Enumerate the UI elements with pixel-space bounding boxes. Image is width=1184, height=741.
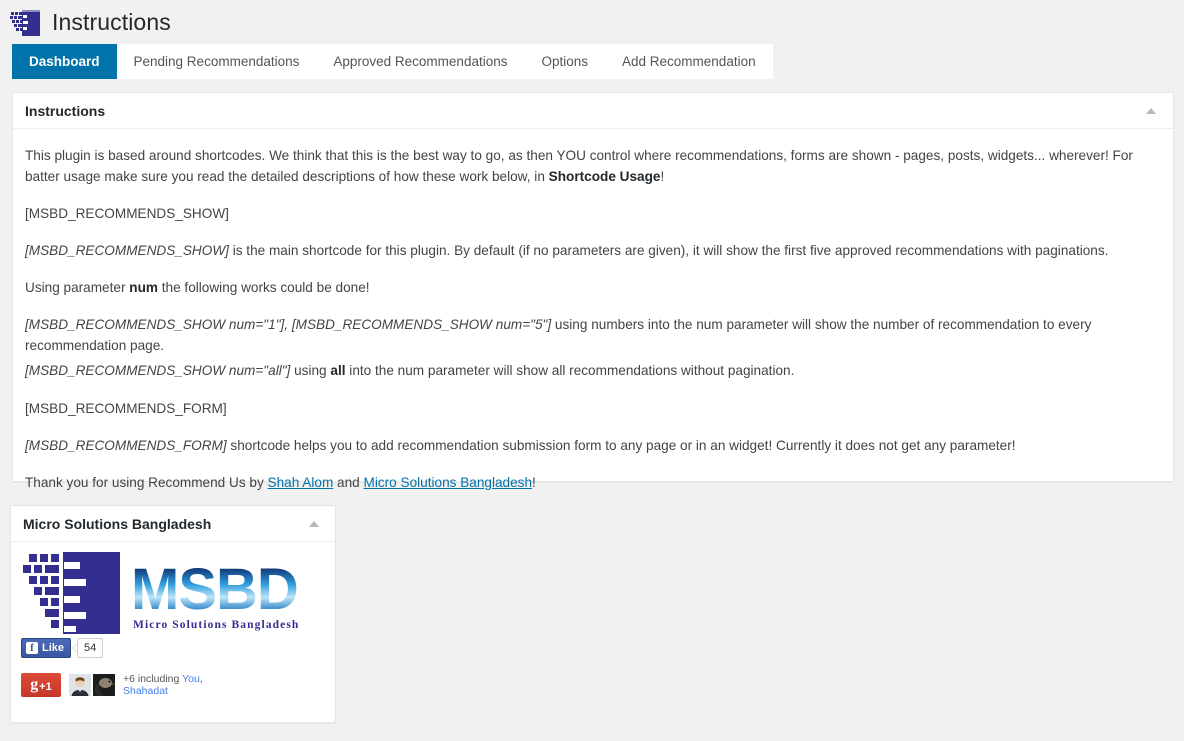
num-all-example-text-a: using	[290, 363, 331, 379]
page-title: Instructions	[52, 9, 171, 36]
credits-paragraph: Thank you for using Recommend Us by Shah…	[25, 472, 1161, 493]
tab-approved-recommendations[interactable]: Approved Recommendations	[316, 44, 525, 79]
google-g-icon: g	[30, 676, 39, 693]
facebook-like-row: f Like 54	[21, 638, 325, 658]
shortcode-show-description: [MSBD_RECOMMENDS_SHOW] is the main short…	[25, 240, 1161, 261]
num-parameter-text-a: Using parameter	[25, 280, 130, 296]
facebook-like-label: Like	[42, 641, 65, 654]
tab-add-recommendation[interactable]: Add Recommendation	[605, 44, 773, 79]
num-all-example-paragraph: [MSBD_RECOMMENDS_SHOW num="all"] using a…	[25, 360, 1161, 381]
tab-options[interactable]: Options	[524, 44, 606, 79]
nav-tab-bar: Dashboard Pending Recommendations Approv…	[12, 44, 773, 79]
shortcode-show-label: [MSBD_RECOMMENDS_SHOW]	[25, 206, 229, 222]
google-plus-avatars	[69, 674, 115, 696]
msbd-panel-body: MSBD Micro Solutions Bangladesh f Like 5…	[11, 542, 335, 708]
credits-text-mid: and	[333, 474, 364, 490]
tab-dashboard[interactable]: Dashboard	[12, 44, 117, 79]
google-plus-row: g +1 +6 including You, Shahadat	[21, 672, 325, 698]
msbd-tagline: Micro Solutions Bangladesh	[133, 619, 299, 631]
num-all-example-code: [MSBD_RECOMMENDS_SHOW num="all"]	[25, 363, 291, 379]
shah-alom-link[interactable]: Shah Alom	[268, 475, 334, 490]
num-number-example-paragraph: [MSBD_RECOMMENDS_SHOW num="1"], [MSBD_RE…	[25, 314, 1161, 356]
avatar	[93, 674, 115, 696]
callout-caret-icon	[72, 643, 78, 653]
facebook-like-button[interactable]: f Like	[21, 638, 72, 658]
msbd-panel-title: Micro Solutions Bangladesh	[23, 515, 212, 532]
num-all-example-text-b: into the num parameter will show all rec…	[345, 363, 795, 379]
intro-paragraph: This plugin is based around shortcodes. …	[25, 145, 1161, 187]
google-plus-count-text: +6 including	[123, 673, 183, 685]
msbd-panel: Micro Solutions Bangladesh MSBD Micro So…	[10, 505, 336, 723]
intro-text-b: !	[660, 169, 665, 185]
msbd-wordmark: MSBD	[131, 557, 298, 622]
google-plus-shahadat-link[interactable]: Shahadat	[123, 685, 168, 697]
triangle-up-icon[interactable]	[1141, 101, 1161, 121]
shortcode-form-label: [MSBD_RECOMMENDS_FORM]	[25, 400, 227, 416]
google-plus-you-link[interactable]: You	[182, 673, 200, 685]
num-parameter-paragraph: Using parameter num the following works …	[25, 277, 1161, 298]
facebook-like-count-wrapper: 54	[72, 638, 104, 658]
num-all-emphasis: all	[330, 363, 346, 379]
shortcode-form-description: [MSBD_RECOMMENDS_FORM] shortcode helps y…	[25, 435, 1161, 456]
credits-text-b: !	[532, 474, 536, 490]
shortcode-show-description-text: is the main shortcode for this plugin. B…	[228, 243, 1109, 259]
google-plus-social-text: +6 including You, Shahadat	[123, 673, 223, 697]
shortcode-form-inline: [MSBD_RECOMMENDS_FORM]	[25, 437, 227, 453]
instructions-panel-title: Instructions	[25, 102, 106, 119]
admin-page: Instructions Dashboard Pending Recommend…	[0, 0, 1184, 741]
credits-text-a: Thank you for using Recommend Us by	[25, 474, 268, 490]
instructions-panel-header: Instructions	[13, 93, 1173, 129]
facebook-f-icon: f	[26, 642, 38, 654]
shortcode-usage-emphasis: Shortcode Usage	[548, 169, 661, 185]
num-parameter-text-b: the following works could be done!	[157, 280, 370, 296]
triangle-up-icon[interactable]	[304, 514, 324, 534]
google-plus-one-button[interactable]: g +1	[21, 673, 61, 697]
instructions-panel-body: This plugin is based around shortcodes. …	[13, 129, 1173, 521]
msbd-logo-image: MSBD Micro Solutions Bangladesh	[23, 552, 299, 634]
shortcode-show-inline: [MSBD_RECOMMENDS_SHOW]	[25, 243, 229, 259]
num-number-example-code: [MSBD_RECOMMENDS_SHOW num="1"], [MSBD_RE…	[25, 317, 552, 333]
msbd-pixel-logo-icon	[10, 10, 40, 36]
shortcode-form-description-text: shortcode helps you to add recommendatio…	[226, 437, 1016, 453]
facebook-like-count[interactable]: 54	[77, 638, 104, 658]
tab-pending-recommendations[interactable]: Pending Recommendations	[116, 44, 317, 79]
micro-solutions-bangladesh-link[interactable]: Micro Solutions Bangladesh	[364, 475, 533, 490]
num-parameter-emphasis: num	[129, 280, 158, 296]
google-plus-separator: ,	[199, 673, 203, 685]
msbd-panel-header: Micro Solutions Bangladesh	[11, 506, 335, 542]
page-header: Instructions	[0, 0, 1184, 38]
instructions-panel: Instructions This plugin is based around…	[12, 92, 1174, 490]
google-plus-one-label: +1	[39, 680, 52, 693]
avatar	[69, 674, 91, 696]
